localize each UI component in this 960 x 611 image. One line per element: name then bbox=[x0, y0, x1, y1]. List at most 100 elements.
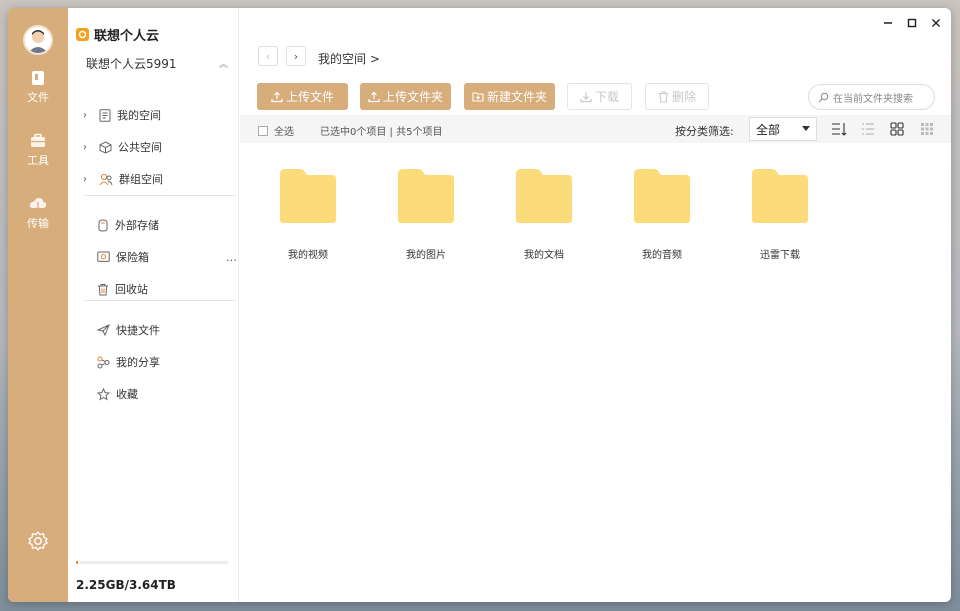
sidebar-item-label: 公共空间 bbox=[118, 141, 162, 154]
sidebar-item-label: 我的分享 bbox=[116, 356, 160, 369]
storage-bar bbox=[76, 561, 228, 564]
rail-files-label: 文件 bbox=[27, 91, 49, 104]
brand-logo-icon bbox=[76, 28, 89, 41]
account-row[interactable]: 联想个人云5991 ︽ bbox=[86, 55, 231, 72]
rail-tools-label: 工具 bbox=[27, 154, 49, 167]
user-avatar[interactable] bbox=[23, 25, 53, 55]
share-icon bbox=[97, 356, 110, 368]
collapse-up-icon[interactable]: ︽ bbox=[219, 57, 228, 70]
upload-file-button[interactable]: 上传文件 bbox=[257, 83, 348, 110]
new-folder-label: 新建文件夹 bbox=[486, 90, 547, 104]
chevron-right-icon[interactable]: › bbox=[83, 174, 93, 185]
search-icon bbox=[818, 92, 829, 102]
account-name: 联想个人云5991 bbox=[86, 57, 177, 71]
folder-name: 我的视频 bbox=[288, 250, 328, 261]
chevron-left-icon: ‹ bbox=[265, 49, 271, 63]
folder-icon bbox=[516, 169, 572, 223]
delete-label: 删除 bbox=[671, 90, 696, 104]
download-icon bbox=[580, 92, 592, 102]
category-filter-select[interactable]: 全部 bbox=[749, 117, 817, 141]
toolbox-icon bbox=[31, 133, 45, 147]
chevron-right-icon: › bbox=[293, 49, 299, 63]
gear-icon bbox=[28, 530, 48, 552]
sidebar-item-group-space[interactable]: › 群组空间 bbox=[68, 166, 239, 192]
sidebar-item-label: 收藏 bbox=[116, 388, 138, 401]
search-placeholder: 在当前文件夹搜索 bbox=[833, 93, 913, 105]
sidebar-item-external-storage[interactable]: 外部存储 bbox=[68, 212, 239, 238]
chevron-right-icon[interactable]: › bbox=[83, 142, 93, 153]
storage-usage-text: 2.25GB/3.64TB bbox=[76, 578, 176, 592]
folder-item[interactable]: 迅雷下载 bbox=[721, 168, 839, 261]
brand: 联想个人云 bbox=[76, 25, 159, 44]
nav-rail: 文件 工具 传输 bbox=[8, 8, 68, 602]
folder-icon bbox=[752, 169, 808, 223]
category-filter-value: 全部 bbox=[756, 122, 781, 137]
window-controls bbox=[881, 16, 943, 30]
sidebar-item-label: 回收站 bbox=[115, 283, 148, 296]
sidebar-item-safe[interactable]: 保险箱 … bbox=[68, 244, 239, 270]
trash-icon bbox=[658, 90, 668, 103]
folder-icon bbox=[398, 169, 454, 223]
trash-icon bbox=[98, 283, 108, 295]
sidebar-item-my-shares[interactable]: 我的分享 bbox=[68, 349, 239, 375]
cloud-transfer-icon bbox=[29, 198, 47, 211]
sidebar-item-label: 外部存储 bbox=[115, 219, 159, 232]
sort-icon[interactable] bbox=[831, 122, 847, 139]
grid-view-icon[interactable] bbox=[890, 122, 904, 139]
folder-name: 迅雷下载 bbox=[760, 250, 800, 261]
external-storage-icon bbox=[98, 218, 108, 232]
delete-button[interactable]: 删除 bbox=[645, 83, 709, 110]
settings-button[interactable] bbox=[27, 530, 49, 555]
sidebar-item-public-space[interactable]: › 公共空间 bbox=[68, 134, 239, 160]
thumbnail-view-icon[interactable] bbox=[920, 122, 934, 139]
upload-file-label: 上传文件 bbox=[285, 90, 334, 104]
upload-icon bbox=[271, 91, 283, 102]
folder-item[interactable]: 我的文档 bbox=[485, 168, 603, 261]
folder-icon bbox=[280, 169, 336, 223]
sidebar-item-favorites[interactable]: 收藏 bbox=[68, 381, 239, 407]
download-button[interactable]: 下载 bbox=[567, 83, 632, 110]
storage-bar-fill bbox=[76, 561, 78, 564]
back-button[interactable]: ‹ bbox=[258, 46, 278, 66]
app-window: 文件 工具 传输 联想个人云 联想个人云5991 ︽ › 我的空间 › 公共空间… bbox=[8, 8, 951, 602]
sidebar: 联想个人云 联想个人云5991 ︽ › 我的空间 › 公共空间 › 群组空间 外… bbox=[68, 8, 239, 602]
sidebar-item-label: 我的空间 bbox=[117, 109, 161, 122]
more-icon[interactable]: … bbox=[226, 251, 237, 264]
filter-bar: 全选 已选中0个项目 | 共5个项目 按分类筛选: 全部 bbox=[240, 115, 951, 143]
sidebar-item-quick-files[interactable]: 快捷文件 bbox=[68, 317, 239, 343]
breadcrumb[interactable]: 我的空间 > bbox=[318, 50, 380, 67]
sidebar-item-my-space[interactable]: › 我的空间 bbox=[68, 102, 239, 128]
select-all-checkbox[interactable] bbox=[258, 125, 268, 136]
divider bbox=[84, 195, 236, 196]
group-icon bbox=[99, 173, 113, 185]
file-icon bbox=[32, 71, 44, 85]
folder-item[interactable]: 我的音频 bbox=[603, 168, 721, 261]
sidebar-item-label: 群组空间 bbox=[119, 173, 163, 186]
search-input[interactable]: 在当前文件夹搜索 bbox=[808, 84, 935, 110]
folder-item[interactable]: 我的图片 bbox=[367, 168, 485, 261]
document-icon bbox=[99, 108, 111, 122]
folder-name: 我的文档 bbox=[524, 250, 564, 261]
minimize-icon[interactable] bbox=[881, 16, 895, 30]
list-view-icon[interactable] bbox=[861, 122, 875, 139]
select-all-label: 全选 bbox=[274, 127, 294, 138]
maximize-icon[interactable] bbox=[905, 16, 919, 30]
folder-item[interactable]: 我的视频 bbox=[249, 168, 367, 261]
rail-tools[interactable]: 工具 bbox=[8, 133, 68, 168]
upload-folder-button[interactable]: 上传文件夹 bbox=[360, 83, 451, 110]
new-folder-icon bbox=[472, 92, 484, 102]
brand-name: 联想个人云 bbox=[94, 29, 160, 44]
main-panel: ‹ › 我的空间 > 上传文件 上传文件夹 新建文件夹 下载 删除 在当前文件夹… bbox=[240, 8, 951, 602]
new-folder-button[interactable]: 新建文件夹 bbox=[464, 83, 555, 110]
safe-icon bbox=[97, 251, 110, 262]
sidebar-item-label: 保险箱 bbox=[116, 251, 149, 264]
close-icon[interactable] bbox=[929, 16, 943, 30]
chevron-right-icon[interactable]: › bbox=[83, 110, 93, 121]
caret-down-icon bbox=[802, 126, 810, 131]
forward-button[interactable]: › bbox=[286, 46, 306, 66]
rail-files[interactable]: 文件 bbox=[8, 70, 68, 105]
select-all[interactable]: 全选 bbox=[258, 123, 294, 138]
rail-transfer[interactable]: 传输 bbox=[8, 196, 68, 231]
divider bbox=[84, 300, 236, 301]
sidebar-item-recycle-bin[interactable]: 回收站 bbox=[68, 276, 239, 302]
